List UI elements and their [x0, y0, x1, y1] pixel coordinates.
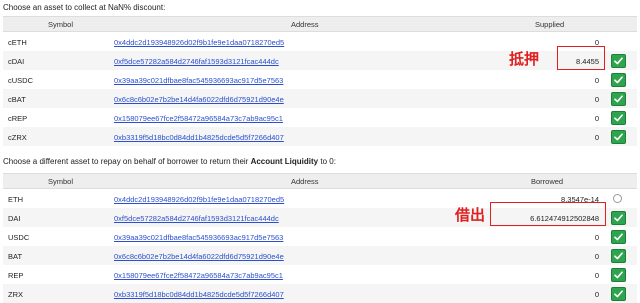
supplied-column-header: Supplied	[535, 20, 565, 29]
select-checkbox[interactable]	[611, 54, 626, 68]
select-radio[interactable]	[613, 194, 622, 203]
select-checkbox[interactable]	[611, 230, 626, 244]
asset-amount: 0	[594, 252, 599, 261]
asset-address-link[interactable]: 0x6c8c6b02e7b2be14d4fa6022dfd6d75921d90e…	[114, 252, 284, 261]
asset-address-link[interactable]: 0xb3319f5d18bc0d84dd1b4825dcde5d5f7266d4…	[114, 133, 284, 142]
asset-amount: 0	[594, 76, 599, 85]
asset-address-link[interactable]: 0x39aa39c021dfbae8fac545936693ac917d5e75…	[114, 76, 283, 85]
asset-symbol: cETH	[8, 38, 27, 47]
checkmark-icon	[614, 214, 623, 222]
repay-table-header: Symbol Address Borrowed	[3, 173, 637, 189]
select-checkbox[interactable]	[611, 249, 626, 263]
asset-symbol: cBAT	[8, 95, 26, 104]
select-checkbox[interactable]	[611, 130, 626, 144]
table-row: ZRX 0xb3319f5d18bc0d84dd1b4825dcde5d5f726…	[3, 284, 637, 303]
checkmark-icon	[614, 233, 623, 241]
table-row: cETH 0x4ddc2d193948926d02f9b1fe9e1daa0718…	[3, 32, 637, 51]
account-liquidity-label: Account Liquidity	[250, 157, 319, 166]
asset-symbol: ZRX	[8, 290, 23, 299]
borrow-annotation: 借出	[455, 206, 486, 224]
asset-amount: 0	[594, 271, 599, 280]
asset-symbol: cREP	[8, 114, 28, 123]
table-row: cZRX 0xb3319f5d18bc0d84dd1b4825dcde5d5f72…	[3, 127, 637, 146]
select-checkbox[interactable]	[611, 73, 626, 87]
table-row: REP 0x158079ee67fce2f58472a96584a73c7ab9a…	[3, 265, 637, 284]
repay-prompt-text: Choose a different asset to repay on beh…	[3, 157, 251, 166]
collateral-annotation: 抵押	[509, 50, 540, 68]
asset-amount: 0	[594, 233, 599, 242]
asset-symbol: ETH	[8, 195, 23, 204]
asset-address-link[interactable]: 0xb3319f5d18bc0d84dd1b4825dcde5d5f7266d4…	[114, 290, 284, 299]
asset-symbol: BAT	[8, 252, 23, 261]
table-row: cDAI 0xf5dce57282a584d2746faf1593d3121fca…	[3, 51, 637, 70]
asset-address-link[interactable]: 0x4ddc2d193948926d02f9b1fe9e1daa0718270e…	[114, 195, 284, 204]
symbol-column-header: Symbol	[48, 20, 74, 29]
checkmark-icon	[614, 95, 623, 103]
asset-amount: 0	[594, 290, 599, 299]
asset-symbol: cDAI	[8, 57, 25, 66]
select-checkbox[interactable]	[611, 268, 626, 282]
asset-symbol: REP	[8, 271, 24, 280]
asset-symbol: DAI	[8, 214, 21, 223]
checkmark-icon	[614, 57, 623, 65]
address-column-header: Address	[291, 177, 319, 186]
table-row: cBAT 0x6c8c6b02e7b2be14d4fa6022dfd6d75921…	[3, 89, 637, 108]
checkmark-icon	[614, 252, 623, 260]
checkmark-icon	[614, 271, 623, 279]
asset-amount: 0	[594, 133, 599, 142]
borrowed-column-header: Borrowed	[531, 177, 564, 186]
asset-symbol: cUSDC	[8, 76, 34, 85]
checkmark-icon	[614, 76, 623, 84]
asset-address-link[interactable]: 0x4ddc2d193948926d02f9b1fe9e1daa0718270e…	[114, 38, 284, 47]
symbol-column-header: Symbol	[48, 177, 74, 186]
checkmark-icon	[614, 290, 623, 298]
asset-amount: 0	[594, 95, 599, 104]
asset-address-link[interactable]: 0x158079ee67fce2f58472a96584a73c7ab9ac95…	[114, 271, 283, 280]
asset-address-link[interactable]: 0xf5dce57282a584d2746faf1593d3121fcac444…	[114, 214, 279, 223]
collect-prompt: Choose an asset to collect at NaN% disco…	[3, 3, 166, 12]
table-row: USDC 0x39aa39c021dfbae8fac545936693ac917d…	[3, 227, 637, 246]
repay-prompt: Choose a different asset to repay on beh…	[3, 157, 336, 166]
asset-address-link[interactable]: 0x158079ee67fce2f58472a96584a73c7ab9ac95…	[114, 114, 283, 123]
table-row: cUSDC 0x39aa39c021dfbae8fac545936693ac917…	[3, 70, 637, 89]
table-row: cREP 0x158079ee67fce2f58472a96584a73c7ab9…	[3, 108, 637, 127]
select-checkbox[interactable]	[611, 211, 626, 225]
checkmark-icon	[614, 114, 623, 122]
collect-table: Symbol Address Supplied cETH 0x4ddc2d1939…	[3, 16, 637, 146]
repay-table: Symbol Address Borrowed ETH 0x4ddc2d19394…	[3, 173, 637, 303]
borrow-highlight-box	[490, 202, 606, 226]
asset-address-link[interactable]: 0x6c8c6b02e7b2be14d4fa6022dfd6d75921d90e…	[114, 95, 284, 104]
repay-prompt-end: to 0:	[318, 157, 336, 166]
select-checkbox[interactable]	[611, 111, 626, 125]
asset-symbol: USDC	[8, 233, 30, 242]
asset-symbol: cZRX	[8, 133, 27, 142]
table-row: BAT 0x6c8c6b02e7b2be14d4fa6022dfd6d75921d…	[3, 246, 637, 265]
checkmark-icon	[614, 133, 623, 141]
address-column-header: Address	[291, 20, 319, 29]
select-checkbox[interactable]	[611, 287, 626, 301]
asset-amount: 0	[594, 114, 599, 123]
asset-address-link[interactable]: 0x39aa39c021dfbae8fac545936693ac917d5e75…	[114, 233, 283, 242]
select-checkbox[interactable]	[611, 92, 626, 106]
collateral-highlight-box	[557, 46, 605, 70]
asset-address-link[interactable]: 0xf5dce57282a584d2746faf1593d3121fcac444…	[114, 57, 279, 66]
collect-table-header: Symbol Address Supplied	[3, 16, 637, 32]
